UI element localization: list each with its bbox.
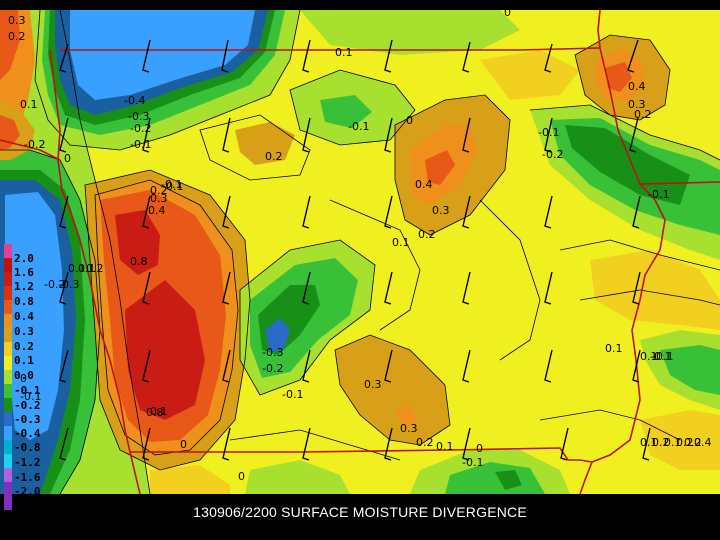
contour-label: 0.2 [416, 436, 434, 449]
contour-label: 0.1 [436, 440, 454, 453]
contour-label: 0 [476, 442, 483, 455]
contour-label: -0.1 [130, 138, 151, 151]
contour-label: 0.4 [694, 436, 712, 449]
contour-label: 0 [238, 470, 245, 483]
contour-label: 0.2 [86, 262, 104, 275]
contour-label: -0.2 [262, 362, 283, 375]
legend-label: -0.2 [14, 399, 41, 412]
contour-label: -0.3 [262, 346, 283, 359]
contour-label: 0.3 [364, 378, 382, 391]
contour-label: 0 [406, 114, 413, 127]
contour-label: 0.2 [150, 184, 168, 197]
legend-label: -1.2 [14, 456, 41, 469]
contour-label: 0 [504, 6, 511, 19]
contour-label: 0.1 [335, 46, 353, 59]
contour-label: 0.8 [130, 255, 148, 268]
legend-label: 0.0 [14, 369, 34, 382]
contour-label: 0.8 [146, 406, 164, 419]
contour-label: 0.2 [634, 108, 652, 121]
map-panel: 0.3 0.2 0.1 -0.4 -0.3 -0.2 -0.1 -0.2 0 0… [0, 0, 720, 540]
legend-label: -0.1 [14, 384, 41, 397]
contour-label: 0.4 [628, 80, 646, 93]
contour-label: 0.1 [392, 236, 410, 249]
legend-label: 0.4 [14, 310, 34, 323]
legend-label: -2.0 [14, 485, 41, 498]
contour-label: -0.2 [130, 122, 151, 135]
contour-label: -0.1 [282, 388, 303, 401]
contour-label: 0.1 [166, 180, 184, 193]
contour-label: 0.1 [664, 436, 682, 449]
legend-label: 0.2 [14, 340, 34, 353]
moisture-divergence-map: 0.3 0.2 0.1 -0.4 -0.3 -0.2 -0.1 -0.2 0 0… [0, 6, 720, 510]
contour-label: 0.1 [640, 350, 658, 363]
contour-label: -0.1 [462, 456, 483, 469]
contour-label: -0.2 [542, 148, 563, 161]
legend-label: 0.1 [14, 354, 34, 367]
contour-label: 0 [180, 438, 187, 451]
contour-label: 0.4 [415, 178, 433, 191]
legend-label: -0.8 [14, 441, 41, 454]
legend-label: -1.6 [14, 471, 41, 484]
map-title: 130906/2200 SURFACE MOISTURE DIVERGENCE [193, 504, 527, 520]
legend-label: 2.0 [14, 252, 34, 265]
contour-label: -0.2 [24, 138, 45, 151]
contour-label: 0.2 [418, 228, 436, 241]
legend-label: 0.8 [14, 295, 34, 308]
contour-label: -0.3 [58, 278, 79, 291]
contour-label: -0.1 [648, 188, 669, 201]
legend-label: 1.2 [14, 280, 34, 293]
legend-label: -0.3 [14, 413, 41, 426]
contour-fill-field [0, 10, 720, 494]
contour-label: -0.1 [538, 126, 559, 139]
contour-label: 0.1 [640, 436, 658, 449]
legend-label: 0.3 [14, 325, 34, 338]
contour-label: 0.1 [605, 342, 623, 355]
contour-label: 0.1 [68, 262, 86, 275]
contour-label: 0.1 [20, 98, 38, 111]
contour-label: -0.1 [348, 120, 369, 133]
contour-label: 0 [64, 152, 71, 165]
legend-label: 1.6 [14, 266, 34, 279]
contour-label: 0.2 [265, 150, 283, 163]
contour-label: 0.3 [8, 14, 26, 27]
contour-label: 0.3 [432, 204, 450, 217]
contour-label: 0.2 [8, 30, 26, 43]
legend-label: -0.4 [14, 427, 41, 440]
contour-label: 0.3 [400, 422, 418, 435]
contour-label: 0.4 [148, 204, 166, 217]
contour-label: -0.4 [124, 94, 145, 107]
